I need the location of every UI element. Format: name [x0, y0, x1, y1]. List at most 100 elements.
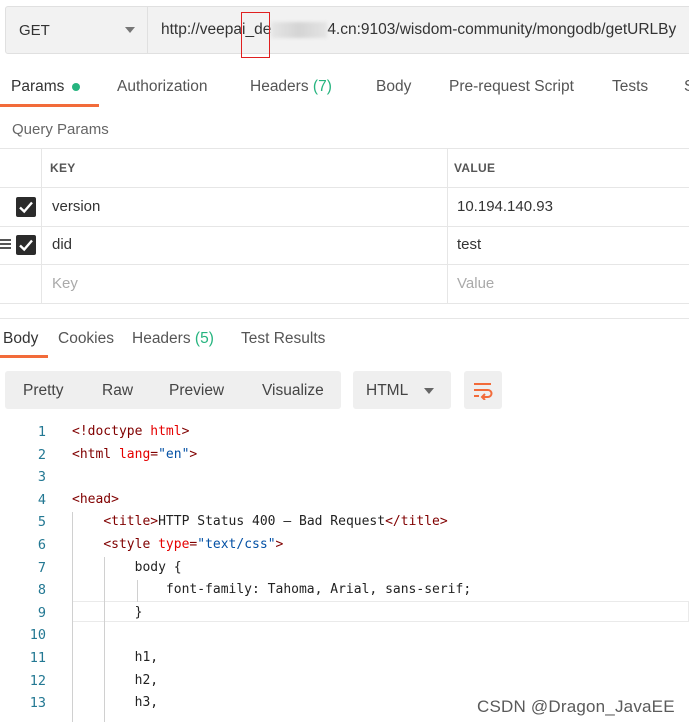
- code-token: <title>: [103, 514, 159, 530]
- line-number: 13: [29, 695, 46, 712]
- param-value[interactable]: 10.194.140.93: [457, 198, 553, 215]
- method-select[interactable]: GET: [5, 6, 148, 54]
- code-line: h3,: [72, 695, 158, 710]
- language-label: HTML: [366, 382, 409, 399]
- status-dot-icon: [72, 82, 81, 91]
- code-token: </title>: [385, 514, 448, 530]
- headers-count: (7): [312, 78, 332, 95]
- code-token: "text/css": [197, 537, 276, 552]
- url-suffix: 4.cn:9103/wisdom-community/mongodb/getUR…: [327, 21, 677, 38]
- watermark: CSDN @Dragon_JavaEE: [477, 697, 675, 716]
- line-number: 1: [37, 424, 46, 440]
- code-token: }: [72, 604, 143, 620]
- code-token: h3,: [72, 695, 159, 711]
- code-line: <style type="text/css">: [72, 537, 283, 552]
- code-line: }: [72, 604, 143, 620]
- line-number: 10: [29, 627, 46, 644]
- code-token: >: [181, 424, 190, 439]
- tab-response-headers-label: Headers: [132, 330, 191, 347]
- wrap-lines-button[interactable]: [464, 371, 502, 409]
- tab-authorization[interactable]: Authorization: [117, 78, 207, 96]
- code-line: <!doctype html>: [72, 424, 189, 439]
- code-line: <html lang="en">: [72, 447, 197, 462]
- tab-headers-label: Headers: [250, 78, 309, 95]
- param-checkbox[interactable]: [16, 235, 36, 255]
- drag-handle-icon[interactable]: [0, 239, 11, 251]
- response-headers-count: (5): [194, 330, 214, 347]
- tab-test-results[interactable]: Test Results: [241, 330, 325, 348]
- checkmark-icon: [19, 201, 33, 214]
- code-token: font-family: Tahoma, Arial, sans-serif;: [72, 582, 472, 598]
- tab-response-headers[interactable]: Headers (5): [132, 330, 214, 348]
- view-visualize-button[interactable]: Visualize: [262, 382, 324, 400]
- code-token: >: [275, 537, 284, 552]
- code-line: <title>HTTP Status 400 – Bad Request</ti…: [72, 514, 448, 530]
- new-key-input[interactable]: Key: [52, 275, 78, 292]
- view-preview-button[interactable]: Preview: [169, 382, 224, 400]
- checkmark-icon: [19, 239, 33, 252]
- code-token: h1,: [72, 650, 159, 665]
- line-number: 6: [37, 537, 46, 553]
- line-number: 12: [29, 672, 46, 689]
- table-divider: [0, 187, 689, 188]
- highlight-marker: [241, 12, 270, 58]
- view-pretty-button[interactable]: Pretty: [23, 382, 63, 400]
- line-number: 2: [37, 446, 46, 463]
- code-line: body {: [72, 560, 182, 575]
- code-line: <head>: [72, 492, 119, 507]
- redacted-text: [271, 22, 328, 38]
- new-value-input[interactable]: Value: [457, 275, 494, 292]
- tab-cookies[interactable]: Cookies: [58, 330, 114, 348]
- code-token: >: [189, 446, 198, 462]
- table-divider: [0, 264, 689, 265]
- table-divider: [0, 226, 689, 227]
- active-response-tab-indicator: [0, 355, 48, 358]
- code-token: "en": [158, 446, 190, 462]
- tab-response-body[interactable]: Body: [3, 330, 38, 348]
- tab-params-label: Params: [11, 78, 65, 95]
- chevron-down-icon: [424, 388, 434, 394]
- tab-tests[interactable]: Tests: [612, 78, 648, 96]
- method-label: GET: [19, 21, 50, 39]
- code-token: =: [150, 446, 159, 462]
- param-checkbox[interactable]: [16, 197, 36, 217]
- url-input[interactable]: http://veepai_de 4.cn:9103/wisdom-communi…: [148, 6, 689, 54]
- code-line: h1,: [72, 650, 158, 665]
- table-col-divider: [41, 148, 42, 303]
- line-number: 5: [37, 514, 46, 531]
- wrap-lines-icon: [474, 383, 493, 400]
- pane-divider: [0, 318, 689, 319]
- tab-settings[interactable]: S: [684, 78, 689, 96]
- tab-prerequest[interactable]: Pre-request Script: [449, 78, 574, 96]
- tab-params[interactable]: Params: [11, 78, 81, 96]
- line-number: 11: [29, 650, 46, 666]
- tab-headers[interactable]: Headers (7): [250, 78, 332, 96]
- line-number: 7: [37, 559, 46, 576]
- view-raw-button[interactable]: Raw: [102, 382, 133, 400]
- line-number: 3: [37, 469, 46, 486]
- param-key[interactable]: did: [52, 236, 72, 253]
- param-key[interactable]: version: [52, 198, 100, 215]
- code-token: h2,: [72, 672, 159, 688]
- table-divider: [0, 303, 689, 304]
- code-token: <!doctype: [72, 424, 151, 439]
- param-value[interactable]: test: [457, 236, 481, 253]
- code-token: html: [150, 424, 182, 439]
- code-token: <style: [103, 537, 159, 552]
- tab-body[interactable]: Body: [376, 78, 411, 96]
- current-line-highlight: [72, 601, 689, 622]
- code-token: HTTP Status 400 – Bad Request: [158, 514, 386, 530]
- code-token: <head>: [72, 491, 119, 507]
- table-divider: [0, 148, 689, 149]
- line-number: 8: [37, 582, 46, 599]
- line-number: 4: [37, 491, 46, 508]
- code-token: lang: [118, 446, 151, 462]
- code-token: body {: [72, 559, 182, 575]
- code-line: font-family: Tahoma, Arial, sans-serif;: [72, 582, 471, 597]
- section-title: Query Params: [12, 121, 109, 138]
- line-number: 9: [37, 604, 46, 621]
- code-token: type: [158, 537, 190, 552]
- column-header-value: VALUE: [454, 161, 496, 175]
